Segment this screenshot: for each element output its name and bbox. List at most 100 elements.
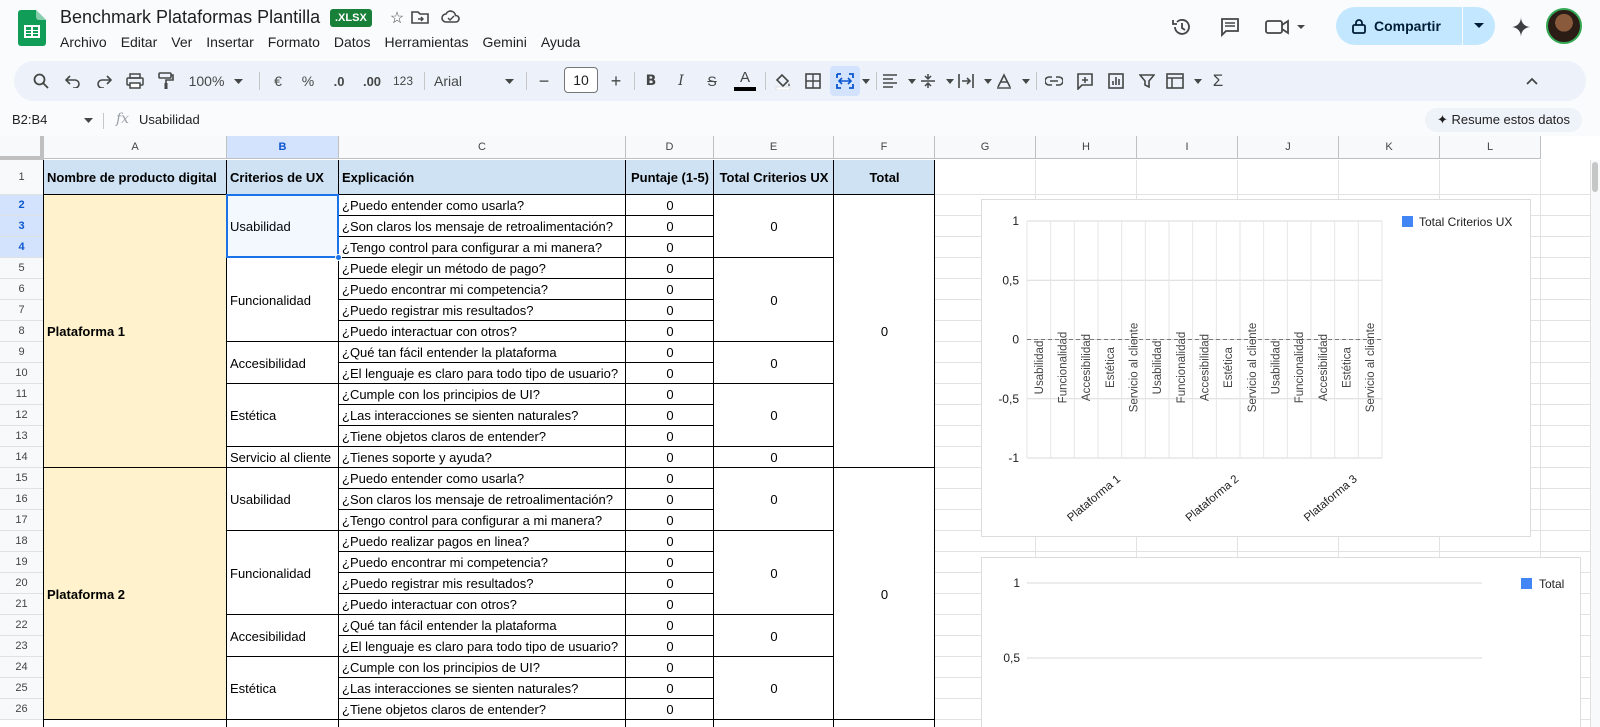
row-header-8[interactable]: 8 (0, 321, 44, 342)
select-all-corner[interactable] (0, 136, 44, 160)
criterion-cell[interactable]: Estética (227, 384, 339, 447)
summarize-data-button[interactable]: ✦ Resume estos datos (1425, 108, 1583, 132)
question-cell[interactable]: ¿Puede elegir un método de pago? (339, 258, 626, 279)
column-header-d[interactable]: D (626, 136, 714, 159)
column-header-b[interactable]: B (227, 136, 339, 159)
header-cell-c[interactable]: Explicación (339, 160, 626, 195)
vertical-scrollbar[interactable] (1590, 160, 1600, 727)
row-header-25[interactable]: 25 (0, 678, 44, 699)
menu-insertar[interactable]: Insertar (206, 31, 260, 53)
filter-icon[interactable] (1136, 61, 1158, 101)
platform-total-cell[interactable]: 0 (834, 195, 935, 468)
row-header-7[interactable]: 7 (0, 300, 44, 321)
row-header-9[interactable]: 9 (0, 342, 44, 363)
cloud-status-icon[interactable] (441, 9, 461, 29)
row-header-6[interactable]: 6 (0, 279, 44, 300)
row-header-23[interactable]: 23 (0, 636, 44, 657)
score-cell[interactable]: 0 (626, 447, 714, 468)
question-cell[interactable]: ¿Puedo encontrar mi competencia? (339, 279, 626, 300)
strikethrough-icon[interactable]: S (701, 61, 723, 101)
score-cell[interactable]: 0 (626, 321, 714, 342)
score-cell[interactable]: 0 (626, 636, 714, 657)
column-header-h[interactable]: H (1036, 136, 1137, 159)
gemini-sparkle-icon[interactable] (1506, 10, 1536, 44)
meet-video-icon[interactable] (1263, 10, 1309, 44)
criterion-cell[interactable]: Funcionalidad (227, 531, 339, 615)
score-cell[interactable]: 0 (626, 363, 714, 384)
move-folder-icon[interactable] (410, 9, 430, 29)
score-cell[interactable]: 0 (626, 216, 714, 237)
column-header-f[interactable]: F (834, 136, 935, 159)
row-header-22[interactable]: 22 (0, 615, 44, 636)
version-history-icon[interactable] (1168, 10, 1196, 44)
row-header-26[interactable]: 26 (0, 699, 44, 720)
italic-icon[interactable]: I (670, 61, 692, 101)
merge-cells-icon[interactable] (830, 66, 860, 96)
menu-ver[interactable]: Ver (171, 31, 199, 53)
column-header-k[interactable]: K (1339, 136, 1440, 159)
user-avatar[interactable] (1546, 8, 1582, 44)
question-cell[interactable]: ¿Puedo interactuar con otros? (339, 594, 626, 615)
insert-chart-icon[interactable] (1105, 61, 1127, 101)
font-family-select[interactable]: Arial (434, 61, 514, 101)
row-header-14[interactable]: 14 (0, 447, 44, 468)
search-menus-icon[interactable] (30, 61, 52, 101)
criterion-cell[interactable]: Estética (227, 657, 339, 720)
question-cell[interactable]: ¿Tienes soporte y ayuda? (339, 447, 626, 468)
chart-total-criterios[interactable]: 1 0,5 0 -0,5 -1 Usabilidad Funcionalidad Accesi… (981, 199, 1531, 537)
bold-icon[interactable]: B (640, 61, 662, 101)
column-header-a[interactable]: A (44, 136, 227, 159)
question-cell[interactable]: ¿Tiene objetos claros de entender? (339, 699, 626, 720)
criteria-total-cell[interactable]: 0 (714, 531, 834, 615)
question-cell[interactable]: ¿Puedo entender como usarla? (339, 195, 626, 216)
question-cell[interactable]: ¿Puedo registrar mis resultados? (339, 573, 626, 594)
score-cell[interactable]: 0 (626, 594, 714, 615)
score-cell[interactable]: 0 (626, 615, 714, 636)
menu-editar[interactable]: Editar (121, 31, 165, 53)
document-title[interactable]: Benchmark Plataformas Plantilla (60, 7, 320, 28)
score-cell[interactable]: 0 (626, 342, 714, 363)
criteria-total-cell[interactable]: 0 (714, 615, 834, 657)
row-header-12[interactable]: 12 (0, 405, 44, 426)
menu-ayuda[interactable]: Ayuda (541, 31, 587, 53)
column-header-j[interactable]: J (1238, 136, 1339, 159)
question-cell[interactable]: ¿Cumple con los principios de UI? (339, 657, 626, 678)
question-cell[interactable]: ¿Tengo control para configurar a mi mane… (339, 510, 626, 531)
criterion-cell[interactable]: Accesibilidad (227, 615, 339, 657)
score-cell[interactable]: 0 (626, 468, 714, 489)
name-box[interactable]: B2:B4 (12, 112, 47, 127)
criterion-cell[interactable]: Usabilidad (227, 468, 339, 531)
score-cell[interactable]: 0 (626, 300, 714, 321)
score-cell[interactable]: 0 (626, 258, 714, 279)
text-color-icon[interactable]: A (732, 61, 758, 101)
text-wrapping-icon[interactable] (958, 61, 992, 101)
score-cell[interactable]: 0 (626, 384, 714, 405)
score-cell[interactable]: 0 (626, 405, 714, 426)
question-cell[interactable]: ¿Puedo registrar mis resultados? (339, 300, 626, 321)
question-cell[interactable]: ¿Puedo entender como usarla? (339, 468, 626, 489)
row-header-18[interactable]: 18 (0, 531, 44, 552)
question-cell[interactable]: ¿Las interacciones se sienten naturales? (339, 678, 626, 699)
row-header-2[interactable]: 2 (0, 195, 44, 216)
undo-icon[interactable] (62, 61, 84, 101)
fill-color-icon[interactable] (771, 61, 795, 101)
score-cell[interactable]: 0 (626, 678, 714, 699)
row-header-16[interactable]: 16 (0, 489, 44, 510)
collapse-toolbar-icon[interactable] (1520, 61, 1544, 101)
menu-gemini[interactable]: Gemini (482, 31, 533, 53)
score-cell[interactable]: 0 (626, 279, 714, 300)
question-cell[interactable]: ¿Cumple con los principios de UI? (339, 384, 626, 405)
column-header-l[interactable]: L (1440, 136, 1541, 159)
star-icon[interactable]: ☆ (387, 9, 407, 29)
share-button[interactable]: Compartir (1336, 7, 1462, 45)
row-header-21[interactable]: 21 (0, 594, 44, 615)
text-rotation-icon[interactable] (996, 61, 1030, 101)
fill-handle[interactable] (335, 254, 342, 261)
row-header-20[interactable]: 20 (0, 573, 44, 594)
criterion-cell[interactable]: Servicio al cliente (227, 447, 339, 468)
score-cell[interactable]: 0 (626, 531, 714, 552)
row-header-24[interactable]: 24 (0, 657, 44, 678)
scrollbar-thumb[interactable] (1592, 162, 1598, 192)
font-size-increase-icon[interactable]: + (606, 61, 626, 101)
menu-datos[interactable]: Datos (334, 31, 378, 53)
